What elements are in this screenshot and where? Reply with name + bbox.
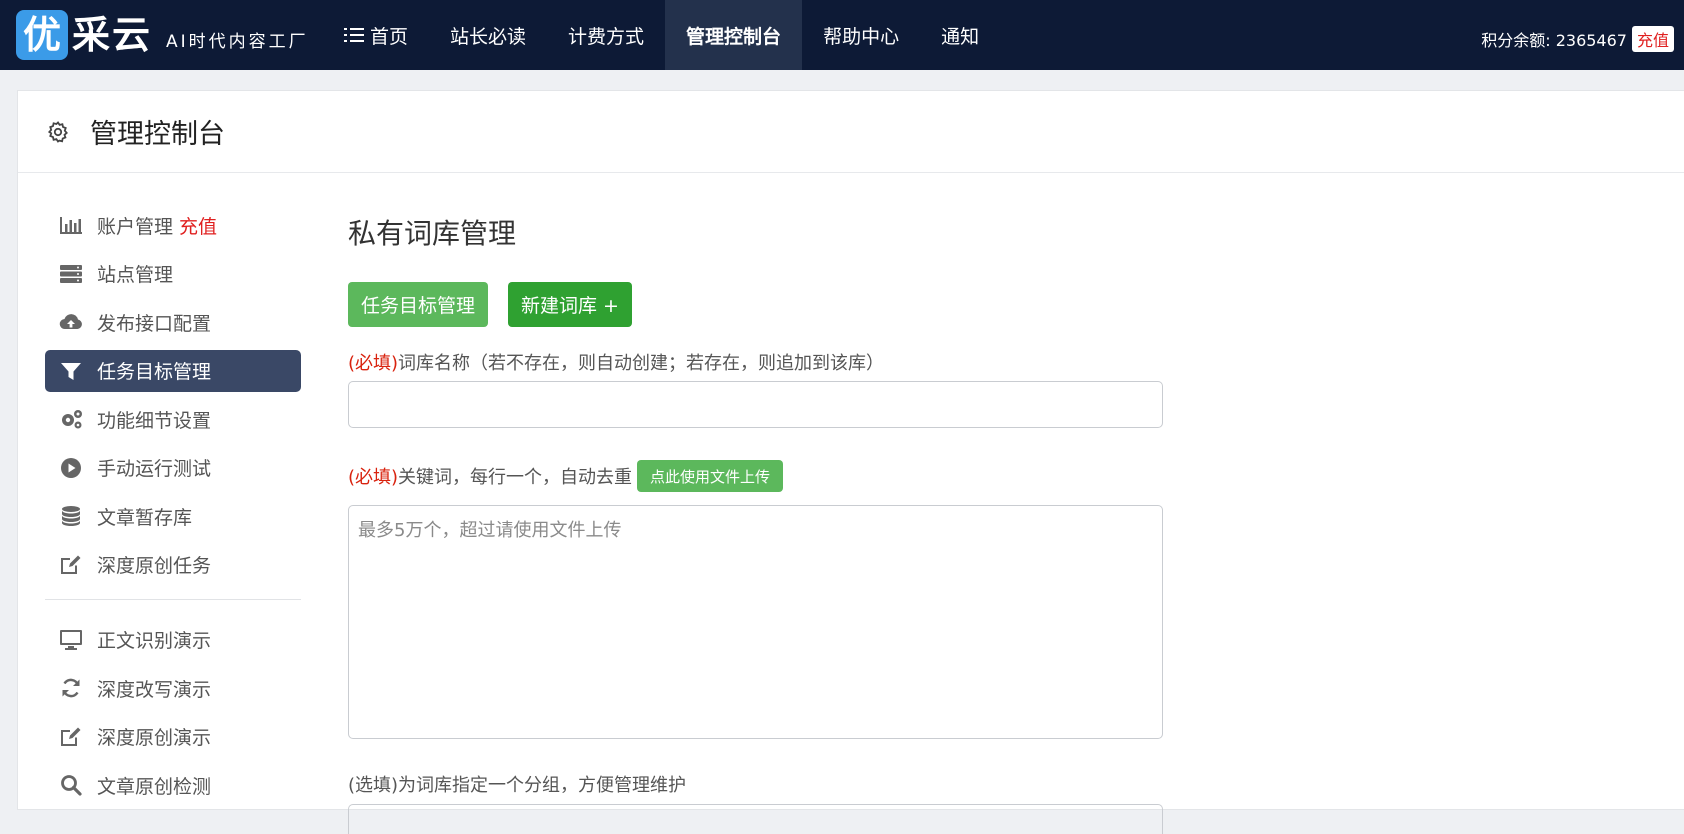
monitor-icon [59, 629, 83, 651]
group-label: (选填)为词库指定一个分组，方便管理维护 [348, 771, 1248, 797]
filter-icon [59, 360, 83, 382]
search-icon [59, 774, 83, 796]
main-content: 私有词库管理 任务目标管理 新建词库 + (必填) 词库名称（若不存在，则自动创… [348, 204, 1248, 834]
sidebar-item-label: 深度原创任务 [97, 555, 212, 577]
gears-icon [59, 408, 83, 430]
keywords-label-text: 关键词，每行一个，自动去重 [398, 467, 633, 488]
sidebar-item-label: 深度改写演示 [97, 678, 212, 701]
keywords-label: (必填) 关键词，每行一个，自动去重 点此使用文件上传 [348, 460, 1248, 492]
sidebar-item-label: 账户管理 [97, 215, 174, 238]
sidebar-item-label: 发布接口配置 [97, 312, 212, 335]
sidebar-item-deep-original-task[interactable]: 深度原创任务 [45, 544, 301, 586]
sidebar-item-rewrite-demo[interactable]: 深度改写演示 [45, 667, 301, 709]
credits-label: 积分余额: 2365467 [1481, 31, 1627, 50]
sidebar-item-publish-api[interactable]: 发布接口配置 [45, 301, 301, 343]
sidebar-item-label: 正文识别演示 [97, 630, 212, 652]
sidebar-item-deep-original-demo[interactable]: 深度原创演示 [45, 716, 301, 758]
database-icon [59, 505, 83, 527]
sidebar-item-task-target[interactable]: 任务目标管理 [45, 349, 301, 392]
nav-notifications-label: 通知 [941, 25, 980, 48]
library-name-label: (必填) 词库名称（若不存在，则自动创建；若存在，则追加到该库） [348, 349, 1248, 375]
nav-home-label: 首页 [370, 25, 409, 48]
sidebar-item-label: 文章原创检测 [97, 775, 212, 798]
sidebar-item-originality-check[interactable]: 文章原创检测 [45, 764, 301, 806]
credits-balance: 积分余额: 2365467 充值 [1481, 26, 1674, 52]
panel-header: 管理控制台 [18, 91, 1684, 173]
keywords-textarea[interactable]: 最多5万个，超过请使用文件上传 [348, 505, 1163, 739]
nav-must-read[interactable]: 站长必读 [429, 0, 547, 70]
task-target-button[interactable]: 任务目标管理 [348, 282, 489, 327]
server-icon [59, 263, 83, 285]
sidebar-item-text-recognition-demo[interactable]: 正文识别演示 [45, 619, 301, 661]
sidebar-item-label: 站点管理 [97, 264, 174, 286]
nav-pricing[interactable]: 计费方式 [547, 0, 665, 70]
nav-help-center[interactable]: 帮助中心 [802, 0, 920, 70]
sidebar-item-label: 手动运行测试 [97, 458, 212, 480]
new-library-button[interactable]: 新建词库 + [508, 282, 632, 327]
edit-icon [59, 726, 83, 748]
nav-help-center-label: 帮助中心 [823, 25, 900, 48]
sidebar: 账户管理 充值 站点管理 发布接口配置 任务目标管理 功能细节设置 手动运行测试 [45, 204, 301, 813]
sidebar-item-article-storage[interactable]: 文章暂存库 [45, 495, 301, 537]
logo-slogan: AI时代内容工厂 [166, 31, 309, 52]
library-name-input[interactable] [348, 381, 1163, 428]
keywords-placeholder: 最多5万个，超过请使用文件上传 [358, 520, 622, 541]
library-name-label-text: 词库名称（若不存在，则自动创建；若存在，则追加到该库） [398, 353, 885, 374]
panel-title: 管理控制台 [90, 119, 225, 150]
sidebar-item-sites[interactable]: 站点管理 [45, 253, 301, 295]
sidebar-item-label: 功能细节设置 [97, 409, 212, 432]
sidebar-item-feature-settings[interactable]: 功能细节设置 [45, 398, 301, 440]
group-input[interactable] [348, 804, 1163, 834]
sidebar-divider [45, 598, 301, 600]
nav-notifications[interactable]: 通知 [920, 0, 1000, 70]
sidebar-item-label: 文章暂存库 [97, 506, 193, 529]
gear-icon [47, 120, 68, 143]
nav-console[interactable]: 管理控制台 [665, 0, 803, 70]
recharge-button[interactable]: 充值 [1631, 26, 1674, 52]
logo-name: 采云 [72, 12, 153, 57]
sidebar-item-account[interactable]: 账户管理 充值 [45, 204, 301, 246]
logo[interactable]: 优 采云 AI时代内容工厂 [16, 9, 309, 61]
cloud-upload-icon [59, 311, 83, 333]
action-buttons: 任务目标管理 新建词库 + [348, 282, 1248, 327]
top-nav-bar: 优 采云 AI时代内容工厂 首页 站长必读 计费方式 管理控制台 帮助中心 通知… [0, 0, 1684, 70]
nav-console-label: 管理控制台 [686, 25, 782, 48]
nav-pricing-label: 计费方式 [568, 25, 645, 48]
sidebar-item-label: 深度原创演示 [97, 727, 212, 749]
play-circle-icon [59, 457, 83, 479]
nav-home[interactable]: 首页 [323, 0, 429, 70]
group-label-text: (选填)为词库指定一个分组，方便管理维护 [348, 775, 687, 796]
file-upload-button[interactable]: 点此使用文件上传 [637, 460, 784, 492]
bar-chart-icon [59, 214, 83, 236]
sidebar-item-manual-test[interactable]: 手动运行测试 [45, 447, 301, 489]
required-tag: (必填) [348, 467, 399, 488]
edit-icon [59, 554, 83, 576]
main-nav: 首页 站长必读 计费方式 管理控制台 帮助中心 通知 [323, 0, 1000, 70]
list-icon [344, 27, 364, 43]
sidebar-item-label: 任务目标管理 [97, 361, 212, 383]
nav-must-read-label: 站长必读 [450, 25, 527, 48]
sidebar-recharge-link[interactable]: 充值 [179, 212, 217, 239]
required-tag: (必填) [348, 353, 399, 374]
logo-badge: 优 [16, 10, 68, 60]
refresh-icon [59, 677, 83, 699]
section-title: 私有词库管理 [348, 217, 517, 250]
